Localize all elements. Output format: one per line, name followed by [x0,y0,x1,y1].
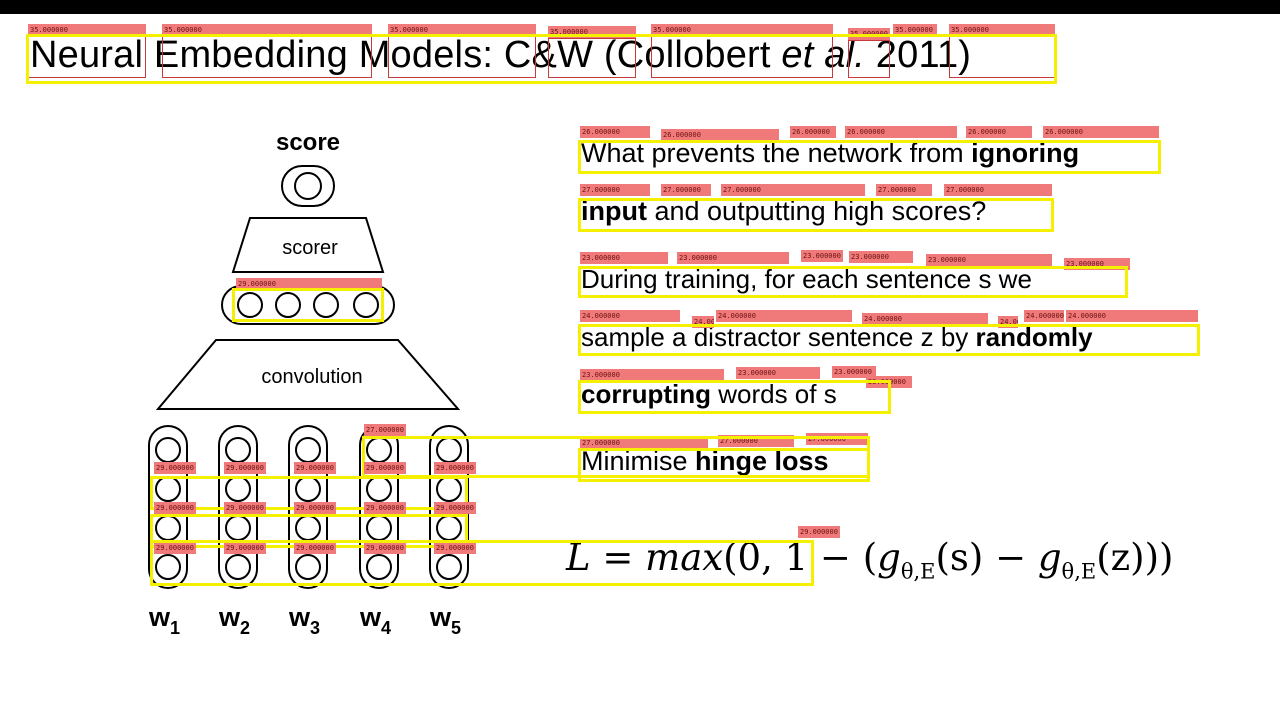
ocr-size-tag: 23.000000 [801,250,843,262]
ocr-size-tag: 29.000000 [154,462,196,474]
ocr-line-box [578,266,1128,298]
score-unit [294,172,322,200]
word-label-2: w2 [218,602,250,638]
ocr-size-tag: 29.000000 [154,502,196,514]
ocr-line-box [578,140,1161,174]
ocr-size-tag: 29.000000 [294,502,336,514]
ocr-size-tag: 27.000000 [944,184,1052,196]
ocr-size-tag: 27.000000 [364,424,406,436]
ocr-size-tag: 29.000000 [224,462,266,474]
embedding-unit [155,437,181,463]
ocr-size-tag: 26.000000 [845,126,957,138]
ocr-size-tag: 27.000000 [661,184,711,196]
ocr-size-tag: 24.000000 [716,310,852,322]
ocr-size-tag: 24.000000 [1066,310,1198,322]
ocr-size-tag: 24.000000 [580,310,680,322]
ocr-size-tag: 26.000000 [580,126,650,138]
ocr-size-tag: 29.000000 [294,462,336,474]
word-labels: w1 w2 w3 w4 w5 [148,602,461,638]
ocr-size-tag: 23.000000 [926,254,1052,266]
ocr-line-box [578,198,1054,232]
word-label-3: w3 [288,602,320,638]
word-label-5: w5 [429,602,461,638]
ocr-line-box [26,34,1057,84]
scorer-label: scorer [282,237,338,259]
ocr-size-tag: 29.000000 [224,502,266,514]
ocr-size-tag: 26.000000 [1043,126,1159,138]
ocr-size-tag: 27.000000 [876,184,932,196]
word-label-4: w4 [359,602,391,638]
ocr-size-tag: 29.000000 [364,462,406,474]
ocr-line-box [578,324,1200,356]
ocr-size-tag: 23.000000 [580,252,668,264]
ocr-size-tag: 29.000000 [364,502,406,514]
ocr-line-box [578,380,891,414]
ocr-size-tag: 23.000000 [677,252,789,264]
embedding-unit [295,437,321,463]
ocr-size-tag: 23.000000 [736,367,820,379]
ocr-size-tag: 27.000000 [721,184,865,196]
score-label: score [276,129,340,156]
ocr-line-box [232,288,384,322]
ocr-size-tag: 26.000000 [790,126,836,138]
ocr-size-tag: 29.000000 [434,502,476,514]
top-bar [0,0,1280,14]
embedding-unit [225,437,251,463]
ocr-size-tag: 29.000000 [434,462,476,474]
ocr-line-box [150,540,814,586]
word-label-1: w1 [148,602,180,638]
ocr-size-tag: 24.000000 [1024,310,1064,322]
ocr-size-tag: 27.000000 [580,184,650,196]
convolution-label: convolution [261,366,362,388]
ocr-size-tag: 26.000000 [966,126,1032,138]
ocr-size-tag: 29.000000 [798,526,840,538]
ocr-size-tag: 23.000000 [849,251,913,263]
